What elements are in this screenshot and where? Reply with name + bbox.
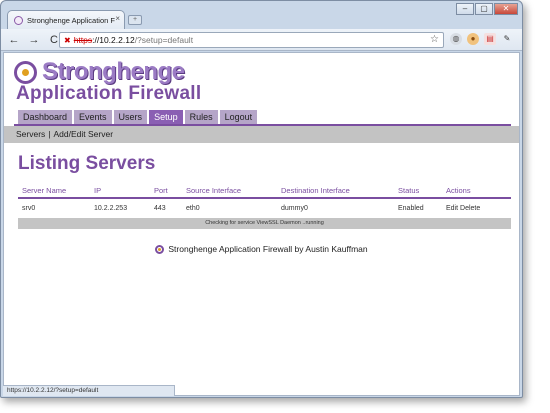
page-footer: Stronghenge Application Firewall by Aust… bbox=[4, 244, 519, 254]
url-scheme: https bbox=[73, 35, 93, 45]
menu-item-setup[interactable]: Setup bbox=[149, 110, 183, 124]
edit-link[interactable]: Edit bbox=[446, 205, 458, 212]
bookmark-star-icon[interactable]: ☆ bbox=[430, 34, 439, 45]
header-server-name: Server Name bbox=[22, 186, 67, 195]
globe-icon[interactable]: ◍ bbox=[450, 33, 462, 45]
url-path: /?setup=default bbox=[134, 35, 194, 45]
address-bar[interactable]: ✖ https://10.2.2.12/?setup=default ☆ bbox=[59, 32, 444, 48]
table-header: Server Name IP Port Source Interface Des… bbox=[18, 182, 511, 199]
servers-table: Server Name IP Port Source Interface Des… bbox=[18, 182, 511, 229]
logo-text: Stronghenge bbox=[42, 58, 185, 85]
window-controls: – ▢ ✕ bbox=[456, 3, 518, 15]
browser-tab[interactable]: Stronghenge Application Fi × bbox=[7, 10, 125, 29]
menu-item-events[interactable]: Events bbox=[74, 110, 112, 124]
header-destination-interface: Destination Interface bbox=[281, 186, 350, 195]
menu-item-dashboard[interactable]: Dashboard bbox=[18, 110, 73, 124]
browser-toolbar: ← → C ✖ https://10.2.2.12/?setup=default… bbox=[1, 29, 522, 51]
main-menu: Dashboard Events Users Setup Rules Logou… bbox=[18, 110, 258, 124]
page-heading: Listing Servers bbox=[18, 153, 156, 174]
cell-server-name: srv0 bbox=[22, 205, 36, 212]
sub-navigation: Servers | Add/Edit Server bbox=[4, 126, 519, 143]
delete-link[interactable]: Delete bbox=[460, 205, 480, 212]
cookie-icon[interactable]: ● bbox=[467, 33, 479, 45]
subnav-servers-link[interactable]: Servers bbox=[16, 129, 45, 139]
cell-actions: Edit Delete bbox=[446, 199, 506, 218]
table-row: srv0 10.2.2.253 443 eth0 dummy0 Enabled … bbox=[18, 199, 511, 218]
cell-source-interface: eth0 bbox=[186, 205, 200, 212]
footer-logo-icon bbox=[155, 244, 165, 254]
back-button[interactable]: ← bbox=[7, 33, 21, 47]
header-status: Status bbox=[398, 186, 420, 195]
subnav-separator: | bbox=[48, 129, 51, 139]
menu-item-users[interactable]: Users bbox=[113, 110, 148, 124]
header-actions: Actions bbox=[446, 186, 471, 195]
title-bar: Stronghenge Application Fi × + – ▢ ✕ bbox=[1, 1, 522, 29]
page-menu-icon[interactable]: ▤ bbox=[484, 33, 496, 45]
extension-icons: ◍ ● ▤ ✎ bbox=[450, 33, 513, 45]
logo: Stronghenge bbox=[14, 58, 185, 86]
logo-icon bbox=[14, 60, 37, 84]
broken-lock-icon: ✖ bbox=[64, 35, 71, 45]
favicon-icon bbox=[14, 15, 23, 25]
maximize-button[interactable]: ▢ bbox=[475, 3, 493, 15]
cell-ip: 10.2.2.253 bbox=[94, 205, 128, 212]
minimize-button[interactable]: – bbox=[456, 3, 474, 15]
new-tab-button[interactable]: + bbox=[128, 15, 142, 25]
subnav-add-edit-link[interactable]: Add/Edit Server bbox=[54, 129, 114, 139]
header-source-interface: Source Interface bbox=[186, 186, 242, 195]
cell-destination-interface: dummy0 bbox=[281, 205, 308, 212]
header-port: Port bbox=[154, 186, 168, 195]
url-host: ://10.2.2.12 bbox=[92, 35, 135, 45]
status-url-bubble: https://10.2.2.12/?setup=default bbox=[3, 385, 175, 396]
cell-status: Enabled bbox=[398, 205, 424, 212]
close-button[interactable]: ✕ bbox=[494, 3, 518, 15]
browser-window: Stronghenge Application Fi × + – ▢ ✕ ← →… bbox=[0, 0, 523, 398]
wrench-icon[interactable]: ✎ bbox=[501, 33, 513, 45]
tab-title: Stronghenge Application Fi bbox=[27, 15, 115, 25]
app-title: Application Firewall bbox=[16, 83, 202, 104]
tab-close-icon[interactable]: × bbox=[115, 14, 120, 23]
page-viewport: Stronghenge Application Firewall Dashboa… bbox=[3, 52, 520, 396]
cell-port: 443 bbox=[154, 205, 166, 212]
menu-item-logout[interactable]: Logout bbox=[219, 110, 258, 124]
service-status-message: Checking for service ViewSSL Daemon ..ru… bbox=[18, 218, 511, 229]
forward-button[interactable]: → bbox=[27, 33, 41, 47]
menu-item-rules[interactable]: Rules bbox=[184, 110, 218, 124]
footer-text: Stronghenge Application Firewall by Aust… bbox=[168, 244, 368, 254]
header-ip: IP bbox=[94, 186, 102, 195]
